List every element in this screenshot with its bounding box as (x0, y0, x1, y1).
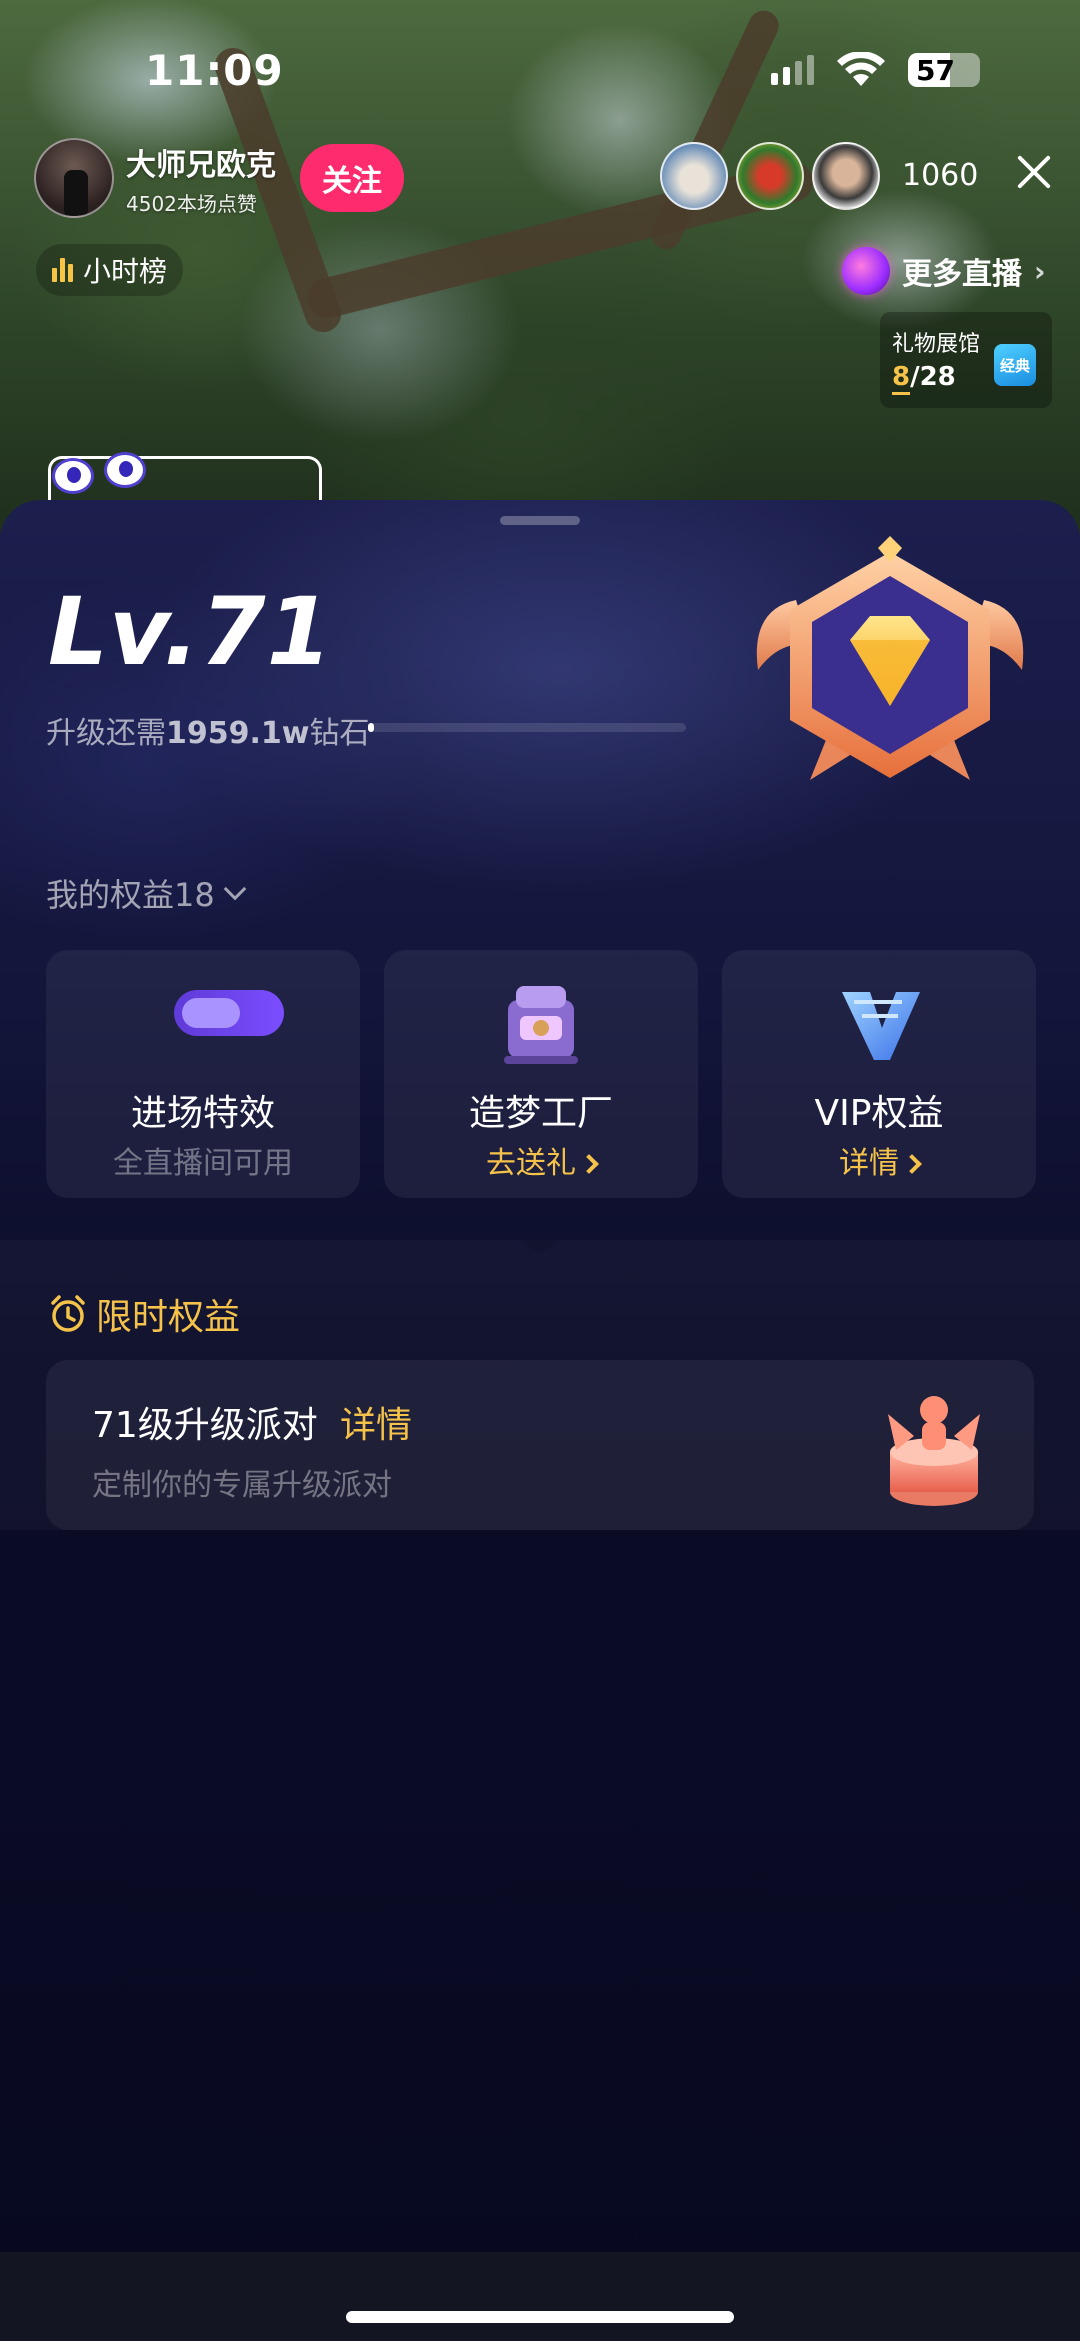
bottom-bar (0, 2252, 1080, 2341)
rank-bars-icon (52, 258, 73, 282)
top-viewers (660, 142, 888, 210)
card-action-label: 去送礼 (486, 1146, 576, 1181)
card-action-label: 详情 (839, 1146, 899, 1181)
host-info[interactable]: 大师兄欧克 4502本场点赞 (34, 138, 276, 218)
status-icons: 57 (771, 52, 980, 88)
card-subtitle: 全直播间可用 (113, 1146, 293, 1181)
viewer-count[interactable]: 1060 (902, 158, 978, 193)
entrance-effect-icon (174, 990, 284, 1036)
gift-hall-current: 8 (892, 362, 911, 395)
hour-rank-label: 小时榜 (83, 255, 168, 288)
viewer-avatar[interactable] (812, 142, 880, 210)
upgrade-amount: 1959.1w (166, 716, 310, 751)
card-title: 造梦工厂 (468, 1093, 613, 1134)
upgrade-party-card[interactable]: 71级升级派对 详情 定制你的专属升级派对 (46, 1360, 1034, 1530)
limited-rights-header: 限时权益 (48, 1288, 240, 1340)
upgrade-requirement: 升级还需1959.1w钻石 (46, 708, 369, 752)
follow-button[interactable]: 关注 (300, 144, 404, 212)
card-title: VIP权益 (814, 1093, 944, 1134)
level-sheet: Lv.71 升级还需1959.1w钻石 我的权益18 进场特效 全直播间可用 造… (0, 500, 1080, 2341)
level-progress-bar (368, 723, 686, 732)
host-likes: 4502本场点赞 (126, 191, 257, 216)
rights-cards: 进场特效 全直播间可用 造梦工厂 去送礼 VIP权益 详情 (46, 950, 1036, 1198)
viewer-avatar[interactable] (660, 142, 728, 210)
mascot-eye-icon (104, 452, 146, 488)
upgrade-suffix: 钻石 (309, 716, 370, 751)
status-time: 11:09 (145, 46, 284, 95)
viewer-avatar[interactable] (736, 142, 804, 210)
vip-icon (842, 992, 920, 1060)
planet-icon (842, 247, 890, 295)
host-name: 大师兄欧克 (126, 147, 276, 183)
sheet-drag-handle[interactable] (500, 516, 580, 525)
cellular-signal-icon (771, 55, 814, 85)
battery-icon: 57 (908, 53, 980, 87)
gift-hall-widget[interactable]: 礼物展馆 8/28 经典 (880, 312, 1052, 408)
section-pointer (520, 1240, 560, 1254)
home-indicator[interactable] (346, 2311, 734, 2323)
dream-factory-card[interactable]: 造梦工厂 去送礼 (384, 950, 698, 1198)
more-live-button[interactable]: 更多直播 › (842, 244, 1046, 298)
upgrade-prefix: 升级还需 (46, 716, 166, 751)
wifi-icon (837, 52, 885, 86)
mascot-eye-icon (52, 458, 94, 494)
level-title: Lv.71 (48, 578, 334, 687)
hour-rank-button[interactable]: 小时榜 (36, 244, 184, 296)
battery-level: 57 (916, 53, 955, 87)
party-podium-icon (888, 1396, 980, 1506)
party-detail-link[interactable]: 详情 (340, 1396, 412, 1448)
card-action[interactable]: 详情 (722, 1138, 1036, 1182)
limited-rights-title: 限时权益 (96, 1297, 241, 1338)
dream-factory-icon (504, 986, 578, 1064)
chevron-right-icon (579, 1154, 599, 1174)
close-icon[interactable] (1014, 152, 1054, 192)
vip-card[interactable]: VIP权益 详情 (722, 950, 1036, 1198)
entrance-effect-card[interactable]: 进场特效 全直播间可用 (46, 950, 360, 1198)
party-subtitle: 定制你的专属升级派对 (92, 1468, 392, 1503)
my-rights-toggle[interactable]: 我的权益18 (46, 870, 247, 916)
my-rights-label: 我的权益18 (46, 876, 215, 914)
level-medal-icon (756, 536, 1024, 780)
chevron-down-icon (223, 877, 247, 901)
chevron-right-icon (902, 1154, 922, 1174)
party-title: 71级升级派对 (92, 1405, 318, 1446)
host-avatar[interactable] (34, 138, 114, 218)
chevron-right-icon: › (1034, 254, 1046, 288)
classic-badge: 经典 (994, 344, 1036, 386)
card-title: 进场特效 (130, 1093, 275, 1134)
more-live-label: 更多直播 (902, 257, 1022, 292)
gift-hall-total: /28 (910, 362, 956, 392)
level-progress-fill (368, 723, 375, 732)
alarm-clock-icon (51, 1295, 85, 1332)
card-action[interactable]: 去送礼 (384, 1138, 698, 1182)
